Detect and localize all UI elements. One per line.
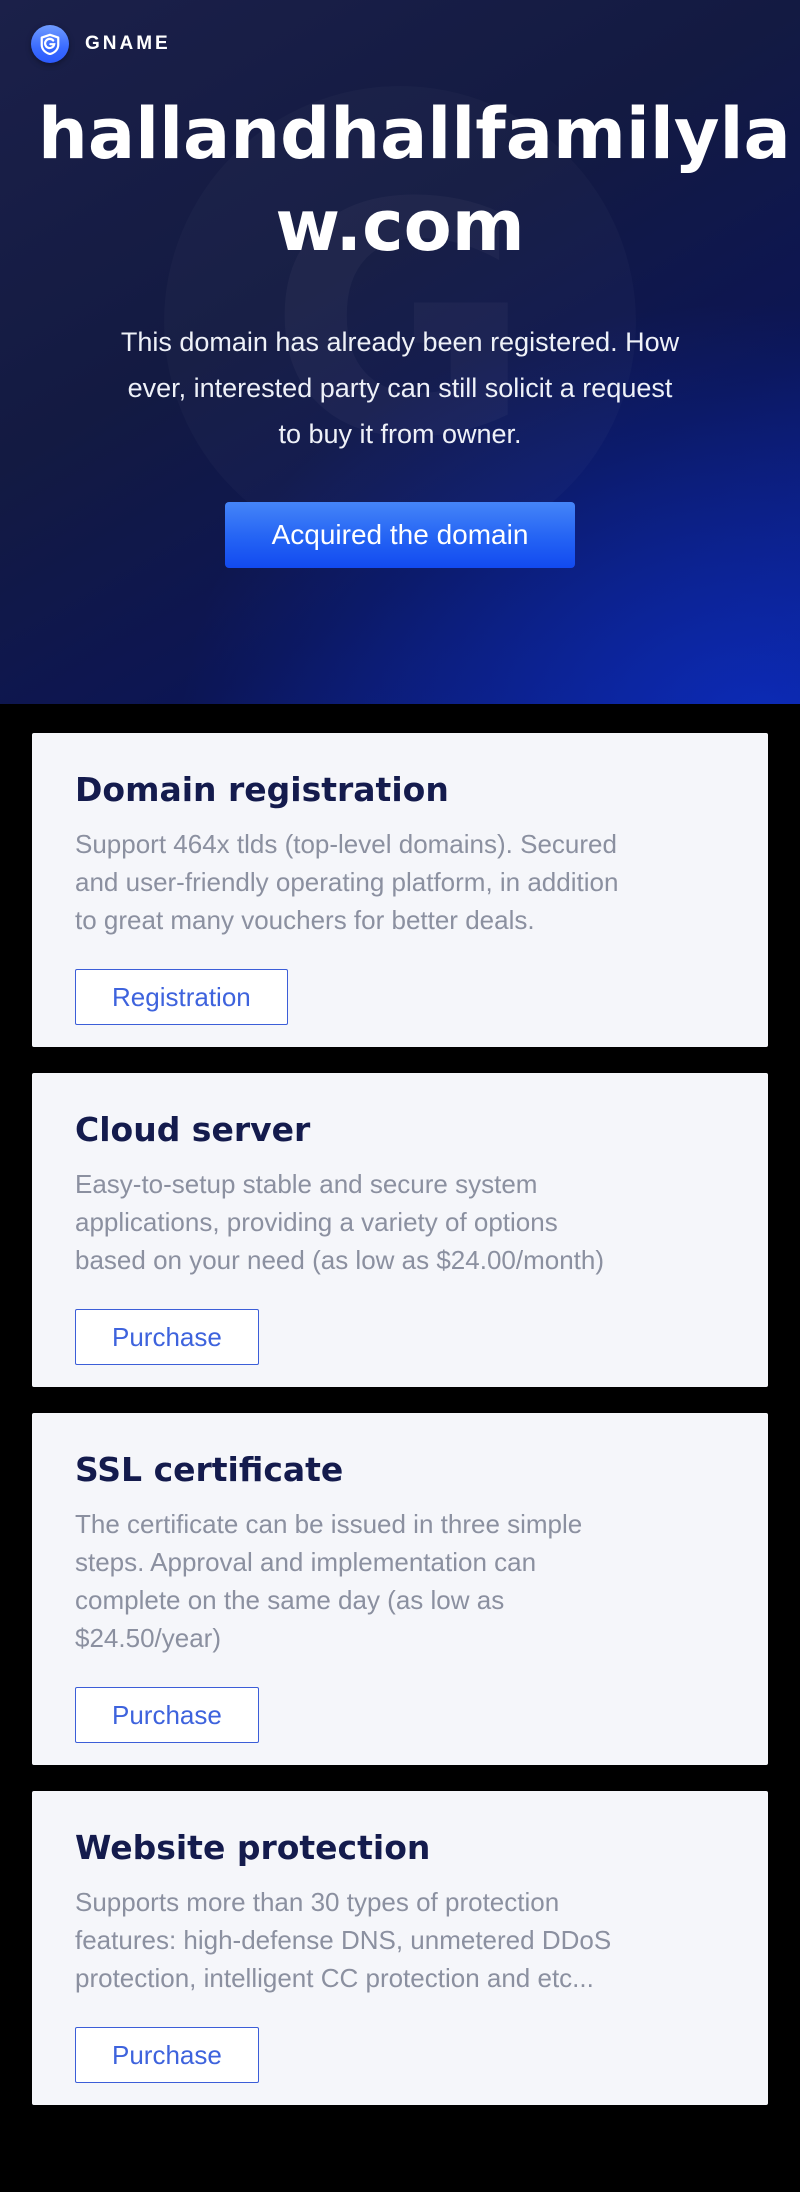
text-line: applications, providing a variety of opt… <box>75 1203 726 1241</box>
domain-title: hallandhallfamilylaw.com <box>0 88 800 272</box>
text-line: protection, intelligent CC protection an… <box>75 1959 726 1997</box>
card-description: Support 464x tlds (top-level domains). S… <box>75 825 726 939</box>
service-cards-section: Domain registration Support 464x tlds (t… <box>0 704 800 2192</box>
service-card: SSL certificate The certificate can be i… <box>32 1413 768 1765</box>
text-line: to buy it from owner. <box>30 411 770 457</box>
card-description: Supports more than 30 types of protectio… <box>75 1883 726 1997</box>
text-line: based on your need (as low as $24.00/mon… <box>75 1241 726 1279</box>
card-action-button[interactable]: Purchase <box>75 2027 259 2083</box>
registered-notice: This domain has already been registered.… <box>0 319 800 457</box>
text-line: Support 464x tlds (top-level domains). S… <box>75 825 726 863</box>
gname-logo-icon[interactable] <box>31 25 69 63</box>
card-title: Domain registration <box>75 770 726 810</box>
text-line: Supports more than 30 types of protectio… <box>75 1883 726 1921</box>
hero-section: G GNAME hallandhallfamilylaw.com This do… <box>0 0 800 704</box>
text-line: steps. Approval and implementation can <box>75 1543 726 1581</box>
card-description: Easy-to-setup stable and secure systemap… <box>75 1165 726 1279</box>
text-line: w.com <box>38 180 762 272</box>
card-title: Website protection <box>75 1828 726 1868</box>
text-line: ever, interested party can still solicit… <box>30 365 770 411</box>
service-card: Domain registration Support 464x tlds (t… <box>32 733 768 1047</box>
card-description: The certificate can be issued in three s… <box>75 1505 726 1657</box>
brand-name: GNAME <box>85 33 171 55</box>
service-card: Cloud server Easy-to-setup stable and se… <box>32 1073 768 1387</box>
service-card: Website protection Supports more than 30… <box>32 1791 768 2105</box>
text-line: hallandhallfamilyla <box>38 88 762 180</box>
text-line: The certificate can be issued in three s… <box>75 1505 726 1543</box>
card-action-button[interactable]: Registration <box>75 969 288 1025</box>
acquire-domain-button[interactable]: Acquired the domain <box>225 502 576 568</box>
brand-header: GNAME <box>0 0 800 63</box>
text-line: Easy-to-setup stable and secure system <box>75 1165 726 1203</box>
text-line: complete on the same day (as low as <box>75 1581 726 1619</box>
text-line: to great many vouchers for better deals. <box>75 901 726 939</box>
text-line: and user-friendly operating platform, in… <box>75 863 726 901</box>
card-title: SSL certificate <box>75 1450 726 1490</box>
card-title: Cloud server <box>75 1110 726 1150</box>
text-line: This domain has already been registered.… <box>30 319 770 365</box>
card-action-button[interactable]: Purchase <box>75 1309 259 1365</box>
text-line: features: high-defense DNS, unmetered DD… <box>75 1921 726 1959</box>
card-action-button[interactable]: Purchase <box>75 1687 259 1743</box>
text-line: $24.50/year) <box>75 1619 726 1657</box>
